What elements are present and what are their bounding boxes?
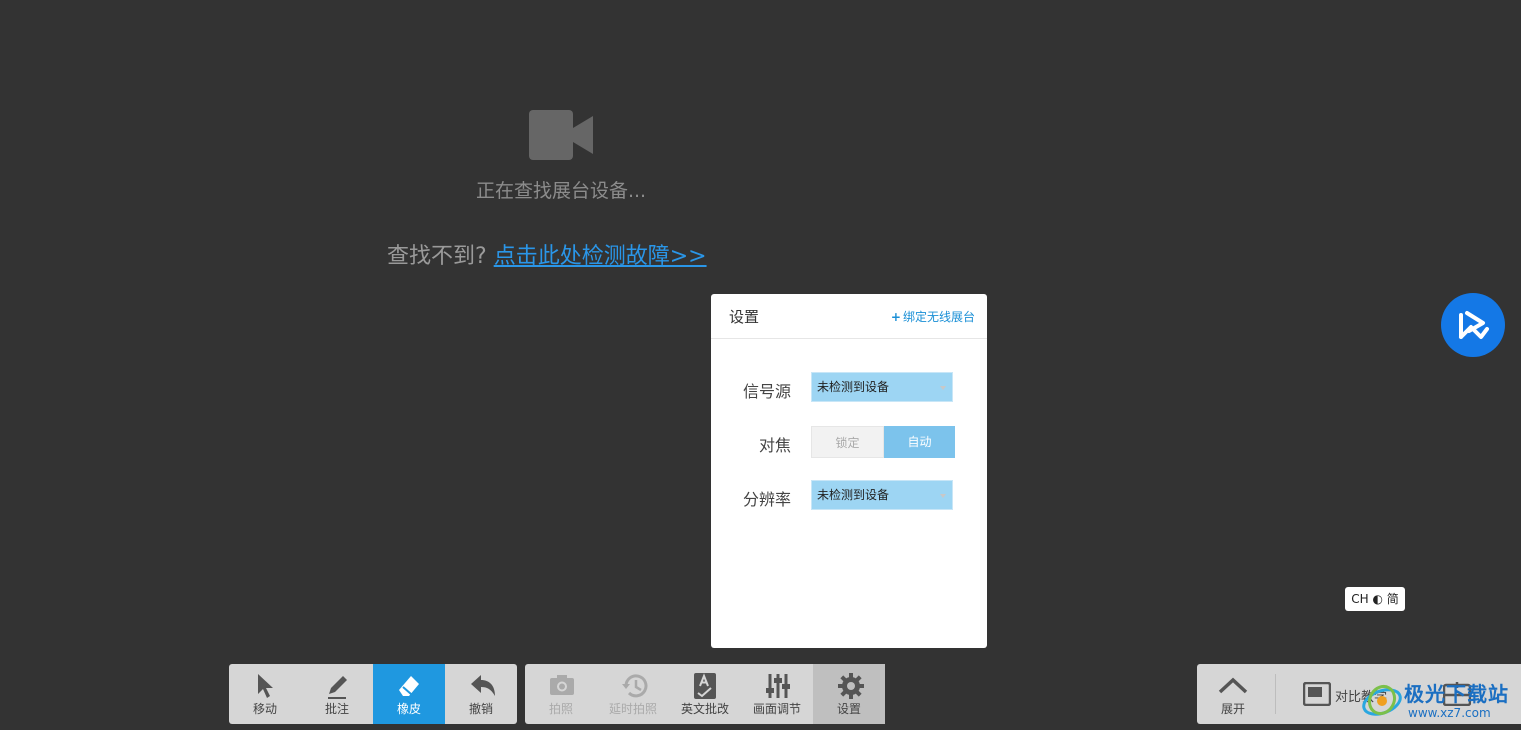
resolution-value: 未检测到设备 <box>817 488 890 502</box>
focus-option-lock[interactable]: 锁定 <box>811 426 884 458</box>
capture-toolbar: 拍照 延时拍照 英文批改 画面调节 设置 <box>525 664 885 724</box>
english-correction-label: 英文批改 <box>680 702 729 716</box>
bind-wireless-label: 绑定无线展台 <box>902 310 975 324</box>
undo-button[interactable]: 撤销 <box>445 664 517 724</box>
pen-icon <box>328 676 347 699</box>
watermark-logo-icon <box>1362 684 1402 716</box>
settings-button[interactable]: 设置 <box>813 664 885 724</box>
annotate-tool-label: 批注 <box>324 702 349 716</box>
resolution-row: 分辨率 未检测到设备 <box>711 480 987 512</box>
watermark-url: www.xz7.com <box>1408 706 1491 720</box>
not-found-hint: 查找不到? 点击此处检测故障>> <box>387 238 707 270</box>
photo-label: 拍照 <box>548 702 573 716</box>
camera-icon <box>550 675 574 695</box>
settings-label: 设置 <box>836 702 861 716</box>
sliders-icon <box>766 674 790 698</box>
gear-icon <box>838 673 864 699</box>
signal-source-label: 信号源 <box>742 382 791 401</box>
signal-source-select[interactable]: 未检测到设备 <box>811 372 953 402</box>
expand-label: 展开 <box>1220 702 1245 716</box>
chevron-down-icon <box>940 494 946 498</box>
signal-source-value: 未检测到设备 <box>817 380 890 394</box>
eraser-tool-label: 橡皮 <box>396 702 421 716</box>
chevron-down-icon <box>940 386 946 390</box>
focus-option-auto[interactable]: 自动 <box>884 426 955 458</box>
settings-panel: 设置 + 绑定无线展台 信号源 未检测到设备 对焦 锁定 自动 分辨率 未检测到设… <box>711 294 987 648</box>
annotation-toolbar: 移动 批注 橡皮 撤销 <box>229 664 517 724</box>
resolution-label: 分辨率 <box>742 490 791 509</box>
spellcheck-icon <box>694 673 716 699</box>
undo-icon <box>471 675 495 696</box>
video-camera-icon <box>529 110 593 160</box>
eraser-tool-button[interactable]: 橡皮 <box>373 664 445 724</box>
move-tool-label: 移动 <box>252 702 277 716</box>
expand-button[interactable]: 展开 <box>1197 664 1269 724</box>
diagnose-link[interactable]: 点击此处检测故障>> <box>494 244 707 269</box>
compare-teaching-button[interactable]: 对比教学 <box>1302 681 1387 708</box>
not-found-prefix: 查找不到? <box>387 244 487 269</box>
plus-icon: + <box>890 310 901 324</box>
toolbar-divider <box>1275 674 1276 714</box>
bind-wireless-link[interactable]: + 绑定无线展台 <box>891 308 975 325</box>
focus-label: 对焦 <box>758 436 791 455</box>
history-icon <box>622 674 648 698</box>
delay-photo-button[interactable]: 延时拍照 <box>597 664 669 724</box>
app-logo-button[interactable] <box>1441 293 1505 357</box>
cursor-icon <box>258 674 273 698</box>
chevron-up-icon <box>1218 677 1248 694</box>
ime-indicator[interactable]: CH ◐ 简 <box>1345 587 1405 611</box>
eraser-icon <box>399 676 419 696</box>
annotate-tool-button[interactable]: 批注 <box>301 664 373 724</box>
photo-button[interactable]: 拍照 <box>525 664 597 724</box>
signal-source-row: 信号源 未检测到设备 <box>711 372 987 404</box>
watermark-text: 极光下载站 <box>1404 682 1509 706</box>
settings-panel-title: 设置 <box>729 308 760 326</box>
app-logo-icon <box>1459 311 1489 339</box>
focus-row: 对焦 锁定 自动 <box>711 426 987 458</box>
english-correction-button[interactable]: 英文批改 <box>669 664 741 724</box>
resolution-select[interactable]: 未检测到设备 <box>811 480 953 510</box>
searching-status: 正在查找展台设备... <box>475 180 647 202</box>
image-adjust-label: 画面调节 <box>752 702 801 716</box>
focus-toggle: 锁定 自动 <box>811 426 955 458</box>
delay-photo-label: 延时拍照 <box>608 702 657 716</box>
watermark: 极光下载站 www.xz7.com <box>1360 676 1520 724</box>
move-tool-button[interactable]: 移动 <box>229 664 301 724</box>
settings-panel-header: 设置 + 绑定无线展台 <box>711 294 987 339</box>
image-adjust-button[interactable]: 画面调节 <box>741 664 813 724</box>
compare-icon <box>1302 681 1332 707</box>
undo-label: 撤销 <box>468 702 493 716</box>
